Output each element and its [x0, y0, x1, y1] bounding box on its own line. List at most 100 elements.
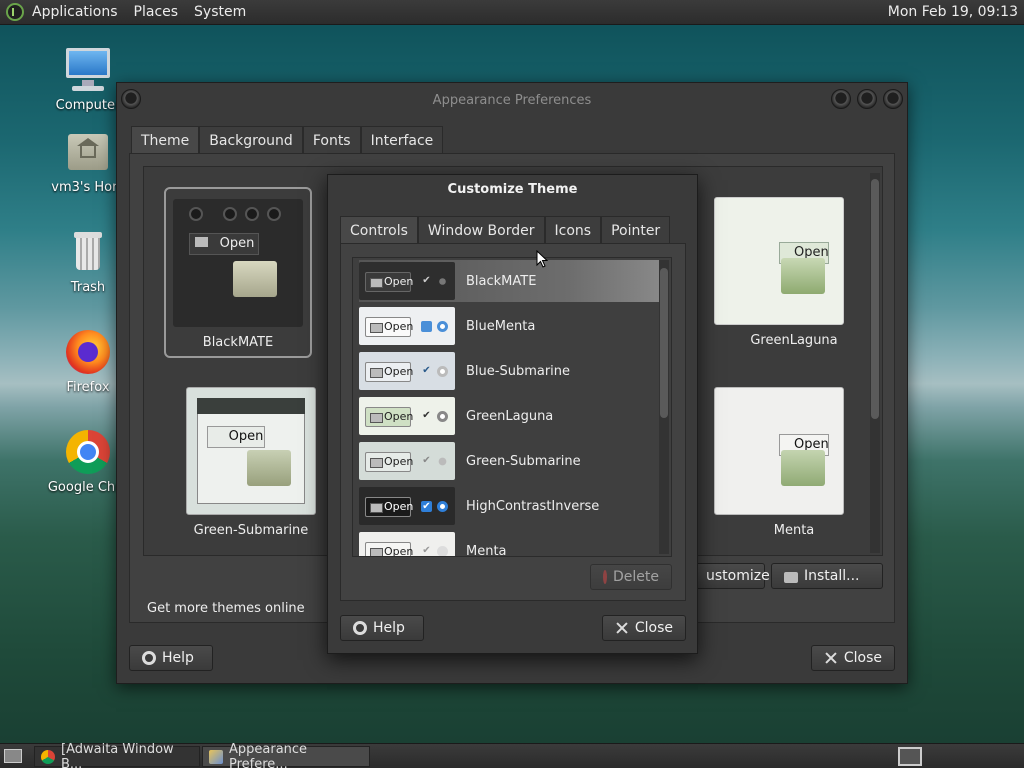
- radio-icon: [437, 321, 448, 332]
- computer-icon: [64, 46, 112, 94]
- menu-applications[interactable]: Applications: [32, 4, 118, 20]
- folder-icon: [781, 450, 825, 486]
- radio-icon: [437, 546, 448, 556]
- window-title: Appearance Preferences: [432, 92, 592, 108]
- taskbar-item-appearance[interactable]: Appearance Prefere...: [202, 742, 370, 768]
- menu-system[interactable]: System: [194, 4, 246, 20]
- mouse-pointer-icon: [536, 250, 548, 268]
- scroll-thumb[interactable]: [660, 268, 668, 418]
- theme-name: Menta: [773, 523, 815, 538]
- theme-name: BlackMATE: [202, 335, 274, 350]
- list-item[interactable]: Open ✔ HighContrastInverse: [359, 485, 659, 527]
- mate-logo-icon[interactable]: [6, 3, 24, 21]
- trash-icon: [64, 228, 112, 276]
- workspace-switcher[interactable]: [898, 747, 922, 766]
- theme-name: Green-Submarine: [193, 523, 309, 538]
- maximize-button[interactable]: [857, 89, 877, 109]
- theme-greenlaguna[interactable]: Open GreenLaguna: [704, 197, 854, 348]
- list-item[interactable]: Open BlueMenta: [359, 305, 659, 347]
- theme-thumbnail: Open: [173, 199, 303, 327]
- help-icon: [353, 621, 367, 635]
- check-icon: ✔: [421, 501, 432, 512]
- folder-icon: [233, 261, 277, 297]
- theme-thumbnail: Open: [714, 387, 844, 515]
- list-item[interactable]: Open ✔ BlackMATE: [359, 260, 659, 302]
- theme-preview: Open ✔: [359, 442, 455, 480]
- radio-icon: [437, 366, 448, 377]
- theme-preview: Open ✔: [359, 487, 455, 525]
- show-desktop-icon[interactable]: [4, 749, 22, 763]
- minimize-button[interactable]: [831, 89, 851, 109]
- theme-preview: Open ✔: [359, 532, 455, 556]
- folder-icon: [781, 258, 825, 294]
- customize-close-button[interactable]: Close: [602, 615, 686, 641]
- theme-list-scrollbar[interactable]: [659, 260, 669, 554]
- list-item-name: Blue-Submarine: [466, 363, 571, 379]
- theme-grid-scrollbar[interactable]: [870, 173, 880, 553]
- close-icon: [824, 651, 838, 665]
- appearance-tabs: Theme Background Fonts Interface: [131, 126, 444, 155]
- theme-green-submarine[interactable]: Open Green-Submarine: [176, 387, 326, 538]
- list-item[interactable]: Open ✔ Blue-Submarine: [359, 350, 659, 392]
- window-menu-button[interactable]: [121, 89, 141, 109]
- install-button[interactable]: Install...: [771, 563, 883, 589]
- radio-icon: [437, 411, 448, 422]
- list-item-name: GreenLaguna: [466, 408, 554, 424]
- appearance-icon: [209, 749, 223, 764]
- theme-preview: Open ✔: [359, 352, 455, 390]
- check-icon: ✔: [422, 365, 431, 376]
- check-icon: [421, 321, 432, 332]
- radio-icon: [438, 457, 447, 466]
- customize-tabs: Controls Window Border Icons Pointer: [340, 216, 671, 245]
- check-icon: ✔: [422, 410, 431, 421]
- theme-menta[interactable]: Open Menta: [704, 387, 854, 538]
- radio-icon: [439, 278, 446, 285]
- customize-help-button[interactable]: Help: [340, 615, 424, 641]
- window-titlebar[interactable]: Appearance Preferences: [117, 83, 907, 117]
- folder-icon: [784, 571, 798, 583]
- home-folder-icon: [64, 128, 112, 176]
- theme-preview: Open ✔: [359, 397, 455, 435]
- firefox-icon: [64, 328, 112, 376]
- theme-preview: Open ✔: [359, 262, 455, 300]
- dialog-title[interactable]: Customize Theme: [328, 175, 697, 205]
- list-item[interactable]: Open ✔ GreenLaguna: [359, 395, 659, 437]
- list-item-name: HighContrastInverse: [466, 498, 600, 514]
- tab-icons[interactable]: Icons: [544, 216, 602, 245]
- folder-icon: [247, 450, 291, 486]
- customize-theme-dialog: Customize Theme Controls Window Border I…: [327, 174, 698, 654]
- delete-icon: [603, 570, 607, 584]
- close-button[interactable]: Close: [811, 645, 895, 671]
- tab-pointer[interactable]: Pointer: [601, 216, 671, 245]
- chrome-icon: [64, 428, 112, 476]
- top-panel: Applications Places System Mon Feb 19, 0…: [0, 0, 1024, 25]
- thumb-open-button: Open: [207, 426, 265, 448]
- get-more-themes-link[interactable]: Get more themes online: [147, 601, 305, 616]
- tab-background[interactable]: Background: [199, 126, 303, 155]
- list-item[interactable]: Open ✔ Menta: [359, 530, 659, 557]
- theme-preview: Open: [359, 307, 455, 345]
- scroll-thumb[interactable]: [871, 179, 879, 419]
- tab-interface[interactable]: Interface: [360, 126, 444, 155]
- controls-theme-list: Open ✔ BlackMATE Open BlueMenta Open ✔ B…: [352, 257, 672, 557]
- tab-fonts[interactable]: Fonts: [302, 126, 361, 155]
- help-icon: [142, 651, 156, 665]
- help-button[interactable]: Help: [129, 645, 213, 671]
- check-icon: ✔: [422, 275, 431, 286]
- chrome-icon: [41, 749, 55, 764]
- tab-window-border[interactable]: Window Border: [417, 216, 545, 245]
- customize-button[interactable]: ustomize...: [693, 563, 783, 589]
- list-item-name: BlueMenta: [466, 318, 536, 334]
- clock[interactable]: Mon Feb 19, 09:13: [888, 4, 1018, 20]
- window-close-button[interactable]: [883, 89, 903, 109]
- list-item-name: Menta: [466, 543, 507, 557]
- theme-blackmate[interactable]: Open BlackMATE: [164, 187, 312, 358]
- taskbar-item-chrome[interactable]: [Adwaita Window B...: [34, 742, 200, 768]
- tab-controls[interactable]: Controls: [340, 216, 418, 245]
- list-item-name: BlackMATE: [466, 273, 537, 289]
- list-item[interactable]: Open ✔ Green-Submarine: [359, 440, 659, 482]
- tab-theme[interactable]: Theme: [131, 126, 200, 155]
- menu-places[interactable]: Places: [134, 4, 179, 20]
- radio-icon: [437, 501, 448, 512]
- delete-button[interactable]: Delete: [590, 564, 672, 590]
